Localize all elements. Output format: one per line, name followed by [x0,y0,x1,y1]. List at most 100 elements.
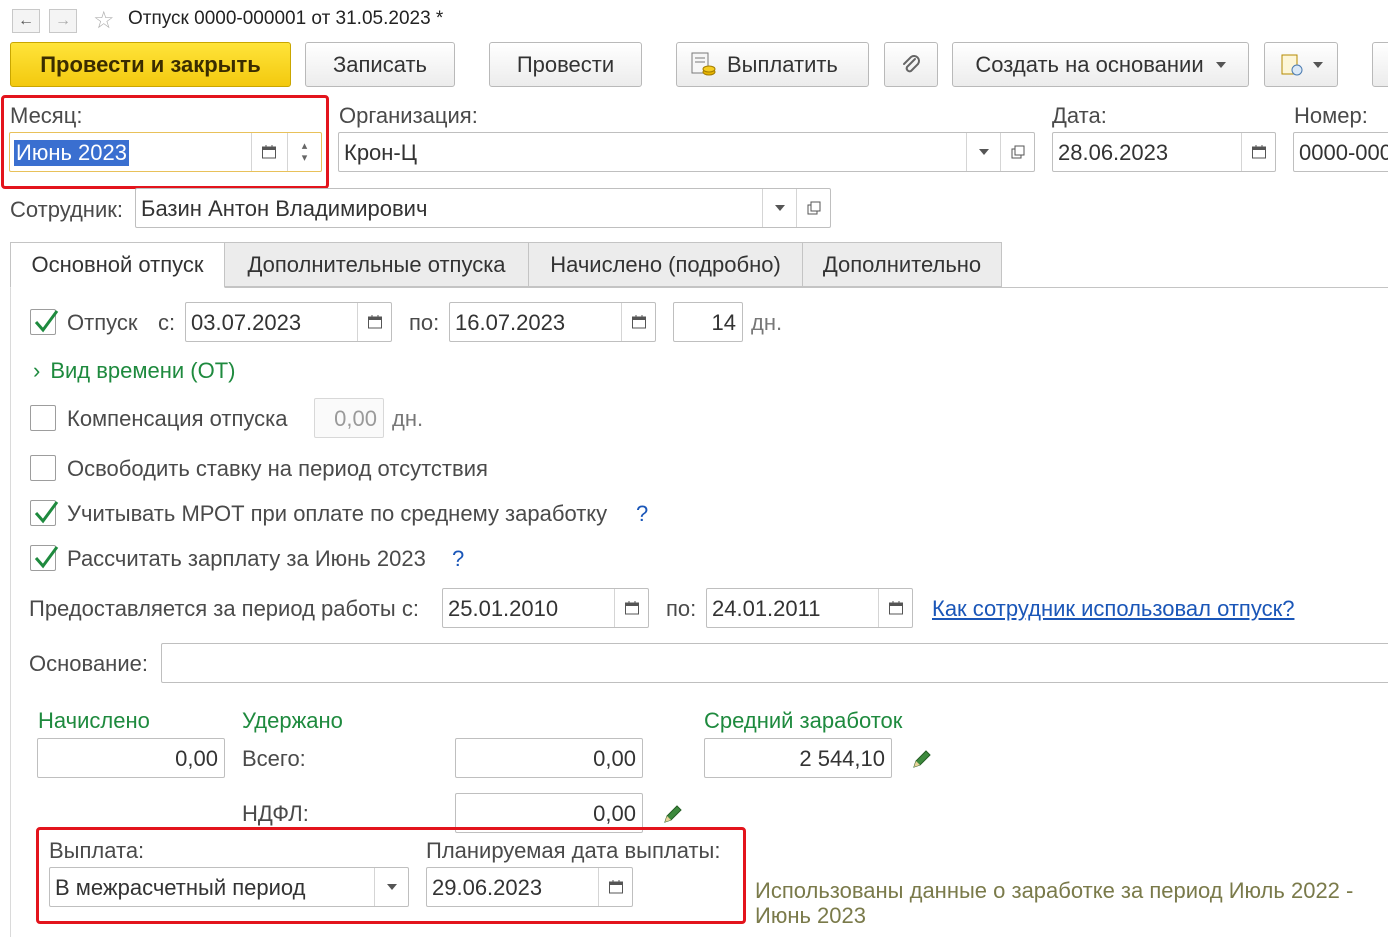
tab-additional[interactable]: Дополнительно [802,242,1002,287]
mrot-checkbox[interactable] [30,500,59,526]
vacation-to-field[interactable]: 16.07.2023 [449,302,656,342]
dropdown-button[interactable] [966,133,1000,171]
planned-date-field[interactable]: 29.06.2023 [426,867,633,907]
spin-up-icon: ▴ [301,140,308,152]
dropdown-button[interactable] [374,868,408,906]
spin-down-icon: ▾ [301,152,308,164]
save-button[interactable]: Записать [305,42,455,87]
tab-additional-vacations[interactable]: Дополнительные отпуска [224,242,529,287]
accrued-value: 0,00 [175,746,218,771]
open-icon[interactable] [1000,133,1034,171]
vacation-days-unit: дн. [751,310,783,335]
compensation-label: Компенсация отпуска [67,406,288,431]
arrow-right-icon: → [55,12,71,29]
document-settings-icon [1281,54,1303,75]
chevron-down-icon [774,205,785,211]
more-button[interactable] [1372,42,1388,87]
print-menu-button[interactable] [1264,42,1338,87]
chevron-down-icon [386,884,397,890]
calendar-icon[interactable] [598,868,632,906]
total-field: 0,00 [455,738,643,778]
avg-earnings-field: 2 544,10 [704,738,892,778]
spin-button[interactable]: ▴ ▾ [287,133,321,171]
vacation-usage-link[interactable]: Как сотрудник использовал отпуск? [932,596,1294,622]
earnings-period-note-line1: Использованы данные о заработке за перио… [755,878,1354,903]
accrued-label: Начислено [38,708,150,733]
avg-earnings-label: Средний заработок [704,708,903,733]
work-period-label: Предоставляется за период работы с: [29,596,419,621]
calendar-icon[interactable] [357,303,391,341]
avg-earnings-value: 2 544,10 [799,746,885,771]
time-kind-label: Вид времени (ОТ) [50,358,236,383]
back-button[interactable]: ← [12,9,40,33]
release-rate-label: Освободить ставку на период отсутствия [67,456,488,481]
pencil-icon[interactable] [661,802,685,832]
calendar-icon[interactable] [1241,133,1275,171]
organization-value: Крон-Ц [344,140,418,165]
post-button[interactable]: Провести [489,42,642,87]
vacation-checkbox[interactable] [30,309,59,335]
calendar-icon[interactable] [878,589,912,627]
withheld-label: Удержано [242,708,343,733]
date-label: Дата: [1052,103,1107,128]
create-based-on-label: Создать на основании [975,51,1204,77]
vacation-from-value: 03.07.2023 [191,310,302,335]
star-icon[interactable]: ☆ [93,6,115,35]
window-title: Отпуск 0000-000001 от 31.05.2023 * [128,8,444,29]
dropdown-button[interactable] [762,189,796,227]
vacation-from-field[interactable]: 03.07.2023 [185,302,392,342]
compensation-days-field: 0,00 [314,398,384,438]
month-field[interactable]: Июнь 2023 ▴ ▾ [9,132,322,172]
pay-button[interactable]: Выплатить [676,42,869,87]
payment-label: Выплата: [49,838,145,863]
employee-value: Базин Антон Владимирович [141,196,428,221]
date-field[interactable]: 28.06.2023 [1052,132,1276,172]
employee-label: Сотрудник: [10,197,123,222]
work-period-from-field[interactable]: 25.01.2010 [442,588,649,628]
calc-salary-checkbox[interactable] [30,545,59,571]
calendar-icon[interactable] [614,589,648,627]
ndfl-value: 0,00 [593,801,636,826]
tab-accrued-detailed[interactable]: Начислено (подробно) [528,242,803,287]
compensation-days-unit: дн. [392,406,424,431]
chevron-right-icon: › [33,358,41,383]
work-period-from-value: 25.01.2010 [448,596,559,621]
number-label: Номер: [1294,103,1368,128]
attach-button[interactable] [884,42,938,87]
calendar-icon[interactable] [251,133,285,171]
create-based-on-button[interactable]: Создать на основании [952,42,1249,87]
vacation-days-value: 14 [711,310,736,335]
calc-salary-help-icon[interactable]: ? [452,546,464,572]
ndfl-field: 0,00 [455,793,643,833]
post-and-close-button[interactable]: Провести и закрыть [10,42,291,87]
chevron-down-icon [1313,61,1323,68]
calendar-icon[interactable] [621,303,655,341]
payment-document-icon [691,52,716,75]
mrot-help-icon[interactable]: ? [636,501,648,527]
month-label: Месяц: [10,103,83,128]
planned-date-value: 29.06.2023 [432,875,543,900]
total-value: 0,00 [593,746,636,771]
employee-field[interactable]: Базин Антон Владимирович [135,188,831,228]
pay-button-label: Выплатить [727,51,838,77]
open-icon[interactable] [796,189,830,227]
basis-field[interactable] [161,643,1388,683]
tab-panel-border [10,287,11,937]
arrow-left-icon: ← [18,12,34,29]
vacation-days-field[interactable]: 14 [673,302,743,342]
number-field[interactable]: 0000-000001 [1293,132,1388,172]
month-value: Июнь 2023 [14,140,129,166]
pencil-icon[interactable] [910,747,934,777]
time-kind-toggle[interactable]: › Вид времени (ОТ) [33,358,236,384]
forward-button[interactable]: → [49,9,77,33]
compensation-checkbox[interactable] [30,405,56,431]
date-value: 28.06.2023 [1058,140,1169,165]
tab-main-vacation[interactable]: Основной отпуск [10,242,225,288]
paperclip-icon [903,54,920,72]
work-period-to-field[interactable]: 24.01.2011 [706,588,913,628]
organization-field[interactable]: Крон-Ц [338,132,1035,172]
payment-field[interactable]: В межрасчетный период [49,867,409,907]
release-rate-checkbox[interactable] [30,455,56,481]
payment-value: В межрасчетный период [55,875,306,900]
vacation-to-value: 16.07.2023 [455,310,566,335]
